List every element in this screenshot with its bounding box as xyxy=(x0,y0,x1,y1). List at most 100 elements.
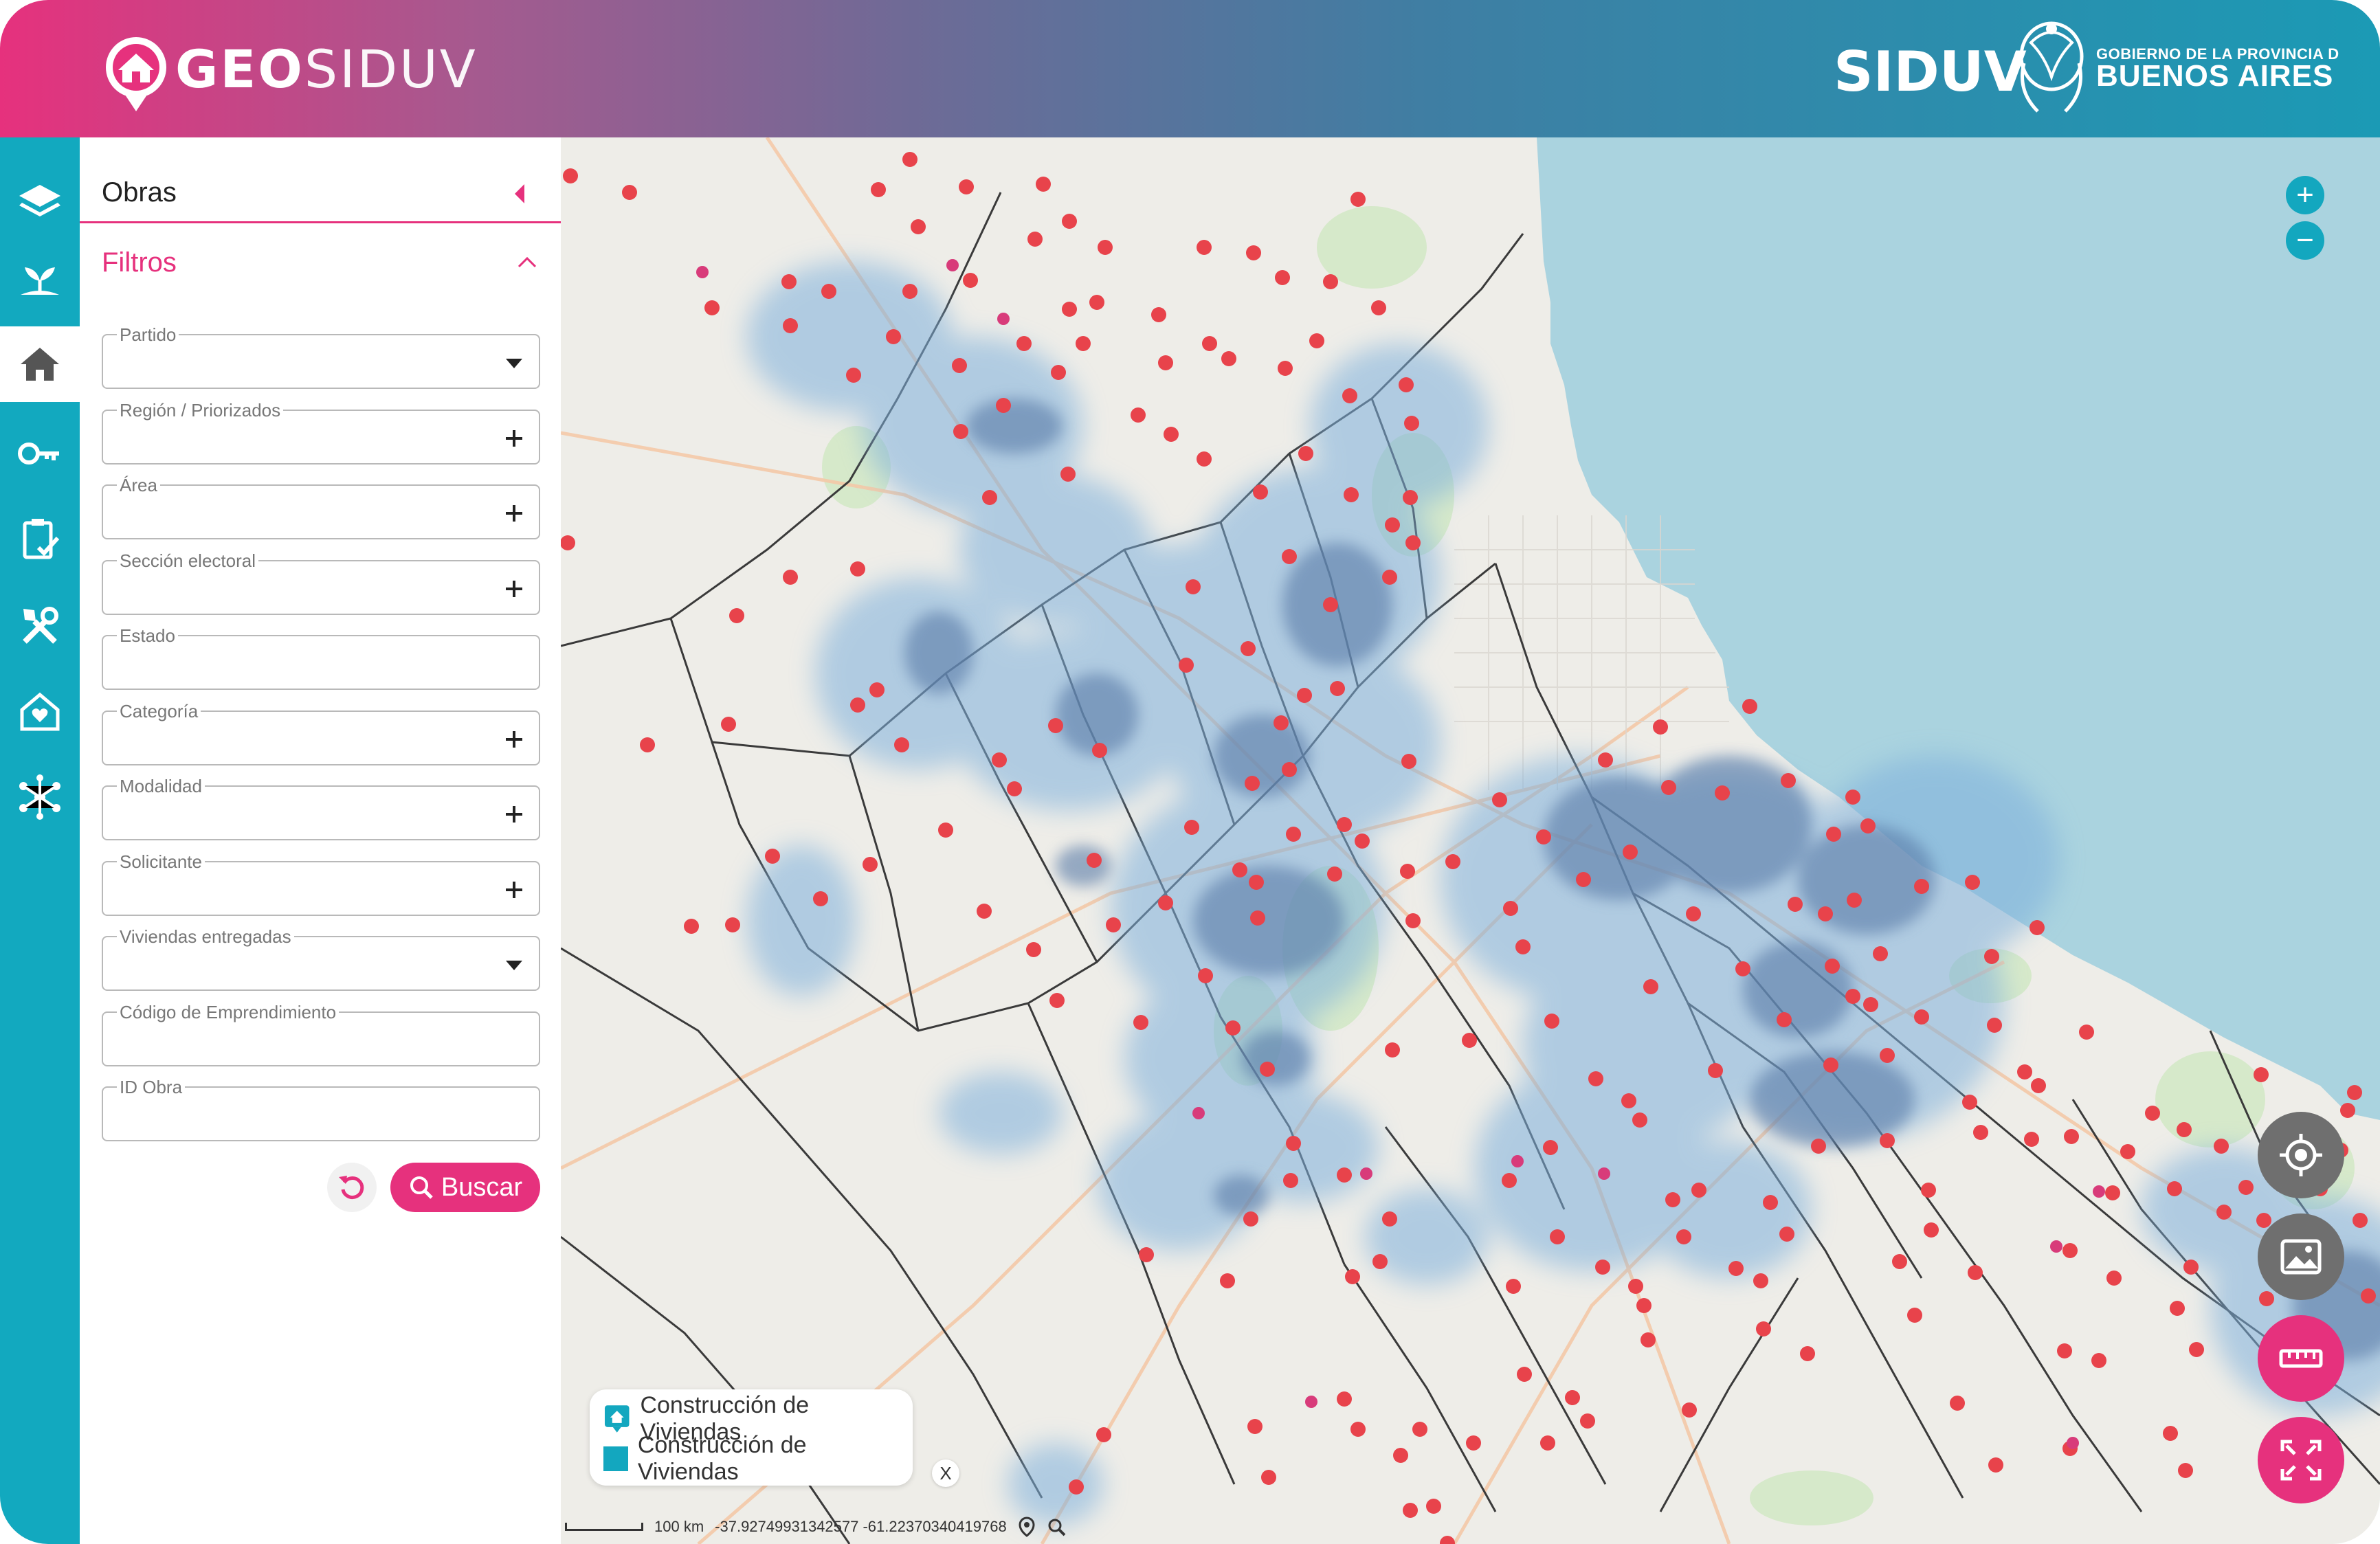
obra-marker[interactable] xyxy=(2079,1025,2094,1040)
legend-close-button[interactable]: X xyxy=(932,1459,959,1487)
locate-button[interactable] xyxy=(2258,1112,2344,1198)
obra-marker[interactable] xyxy=(1753,1273,1768,1288)
obra-marker[interactable] xyxy=(2183,1260,2199,1275)
obra-marker[interactable] xyxy=(2170,1301,2185,1316)
map-canvas[interactable] xyxy=(561,137,2380,1544)
obra-marker[interactable] xyxy=(2254,1067,2269,1082)
obra-marker[interactable] xyxy=(1026,942,1041,957)
obra-marker[interactable] xyxy=(1503,901,1518,916)
obra-marker[interactable] xyxy=(2029,920,2045,935)
obra-marker[interactable] xyxy=(1278,361,1293,376)
plus-icon[interactable] xyxy=(499,423,529,454)
obra-marker[interactable] xyxy=(977,904,992,919)
obra-marker[interactable] xyxy=(1060,467,1076,482)
obra-marker[interactable] xyxy=(1260,1062,1275,1077)
plus-icon[interactable] xyxy=(499,799,529,829)
obra-marker[interactable] xyxy=(2214,1139,2229,1154)
obra-marker[interactable] xyxy=(1282,762,1297,777)
obra-marker[interactable] xyxy=(2340,1103,2355,1118)
obra-marker[interactable] xyxy=(1621,1093,1636,1108)
obra-marker[interactable] xyxy=(1860,818,1876,833)
obra-marker[interactable] xyxy=(1382,570,1397,585)
obra-marker[interactable] xyxy=(1636,1298,1651,1313)
obra-marker[interactable] xyxy=(1221,351,1236,366)
obra-marker[interactable] xyxy=(1197,240,1212,255)
filter-field[interactable]: Viviendas entregadas xyxy=(102,926,540,991)
obra-marker[interactable] xyxy=(2216,1205,2232,1220)
obra-marker[interactable] xyxy=(1337,1167,1352,1183)
obra-marker-secondary[interactable] xyxy=(946,259,959,271)
obra-marker[interactable] xyxy=(1686,906,1701,921)
obra-marker[interactable] xyxy=(721,717,736,732)
plus-icon[interactable] xyxy=(499,498,529,528)
obra-marker[interactable] xyxy=(1342,388,1357,403)
obra-marker[interactable] xyxy=(1682,1402,1697,1418)
obra-marker[interactable] xyxy=(1158,355,1173,370)
plus-icon[interactable] xyxy=(499,574,529,604)
plus-icon[interactable] xyxy=(499,875,529,905)
obra-marker[interactable] xyxy=(1197,451,1212,467)
obra-marker[interactable] xyxy=(846,368,861,383)
obra-marker[interactable] xyxy=(1036,177,1051,192)
obra-marker[interactable] xyxy=(1708,1063,1723,1078)
obra-marker[interactable] xyxy=(1914,879,1929,894)
obra-marker[interactable] xyxy=(850,561,865,577)
obra-marker-secondary[interactable] xyxy=(2050,1240,2062,1253)
obra-marker[interactable] xyxy=(871,182,886,197)
obra-marker[interactable] xyxy=(1987,1018,2002,1033)
obra-marker[interactable] xyxy=(1536,829,1551,844)
obra-marker[interactable] xyxy=(1628,1279,1643,1294)
obra-marker[interactable] xyxy=(894,737,909,752)
obra-marker[interactable] xyxy=(1250,910,1265,926)
obra-marker[interactable] xyxy=(992,752,1007,768)
obra-marker[interactable] xyxy=(1405,913,1421,928)
obra-marker[interactable] xyxy=(1399,377,1414,392)
obra-marker[interactable] xyxy=(2106,1271,2122,1286)
obra-marker[interactable] xyxy=(1426,1499,1441,1514)
obra-marker[interactable] xyxy=(561,535,575,550)
obra-marker[interactable] xyxy=(725,917,740,932)
obra-marker[interactable] xyxy=(1327,866,1342,882)
obra-marker[interactable] xyxy=(1777,1012,1792,1027)
obra-marker[interactable] xyxy=(1092,743,1107,758)
obra-marker[interactable] xyxy=(1393,1448,1408,1463)
obra-marker[interactable] xyxy=(1623,844,1638,860)
rail-key-button[interactable] xyxy=(0,416,80,491)
obra-marker[interactable] xyxy=(1249,875,1264,890)
obra-marker[interactable] xyxy=(1863,997,1878,1012)
obra-marker[interactable] xyxy=(1445,854,1460,869)
obra-marker[interactable] xyxy=(2259,1291,2274,1306)
filters-section-title[interactable]: Filtros xyxy=(102,247,177,278)
obra-marker[interactable] xyxy=(1543,1140,1558,1155)
obra-marker[interactable] xyxy=(1062,214,1077,229)
obra-marker[interactable] xyxy=(1048,718,1063,733)
obra-marker[interactable] xyxy=(821,284,836,299)
obra-marker[interactable] xyxy=(2163,1426,2178,1441)
obra-marker[interactable] xyxy=(1779,1227,1794,1242)
obra-marker[interactable] xyxy=(1158,895,1173,910)
obra-marker[interactable] xyxy=(1186,579,1201,594)
obra-marker[interactable] xyxy=(911,219,926,234)
obra-marker[interactable] xyxy=(1049,993,1065,1008)
obra-marker[interactable] xyxy=(1385,1042,1400,1058)
search-button[interactable]: Buscar xyxy=(390,1163,540,1212)
obra-marker[interactable] xyxy=(1016,336,1032,351)
obra-marker[interactable] xyxy=(1576,872,1591,887)
obra-marker[interactable] xyxy=(781,274,797,289)
obra-marker[interactable] xyxy=(1914,1009,1929,1025)
obra-marker[interactable] xyxy=(1089,295,1104,310)
obra-marker[interactable] xyxy=(1337,817,1352,832)
search-icon[interactable] xyxy=(1047,1517,1066,1536)
obra-marker[interactable] xyxy=(1282,549,1297,564)
obra-marker[interactable] xyxy=(1715,785,1730,801)
obra-marker[interactable] xyxy=(1245,776,1260,791)
obra-marker-secondary[interactable] xyxy=(696,266,709,278)
zoom-in-button[interactable]: + xyxy=(2286,176,2324,214)
obra-marker[interactable] xyxy=(2024,1132,2039,1147)
obra-marker[interactable] xyxy=(1309,333,1324,348)
obra-marker[interactable] xyxy=(1984,949,1999,964)
obra-marker[interactable] xyxy=(863,857,878,872)
obra-marker[interactable] xyxy=(2064,1129,2079,1144)
obra-marker[interactable] xyxy=(1350,192,1366,207)
obra-marker[interactable] xyxy=(2062,1243,2078,1258)
